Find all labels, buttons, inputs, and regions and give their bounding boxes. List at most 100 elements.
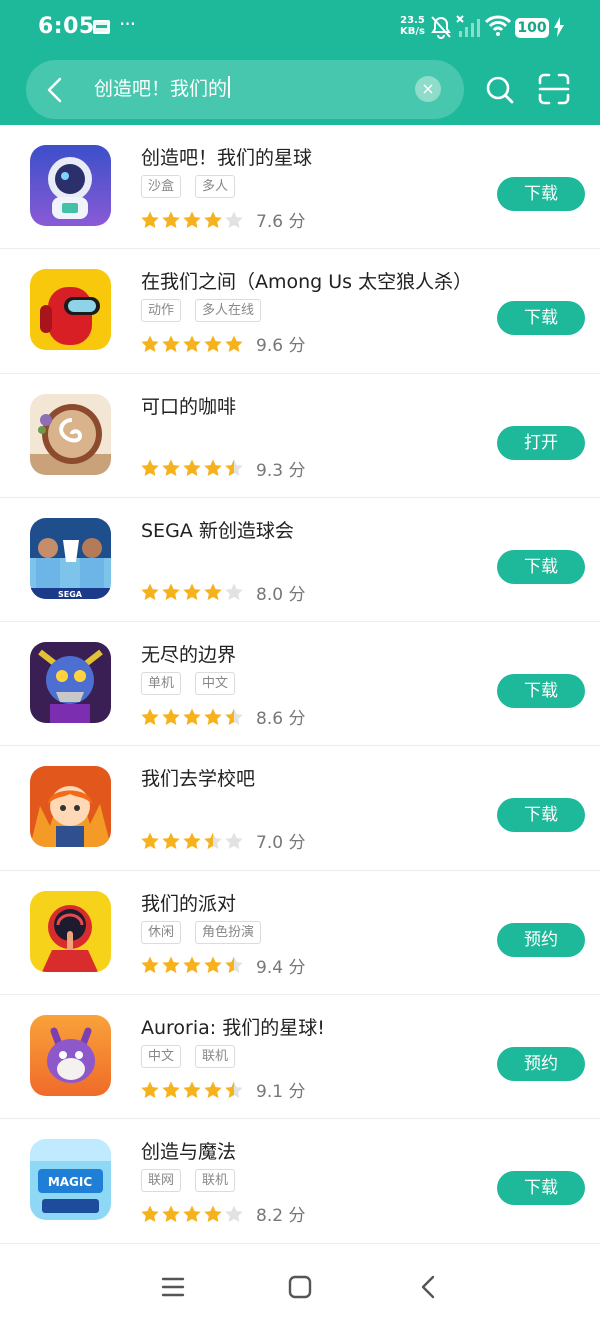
star-filled-icon (204, 335, 222, 352)
app-score: 9.1 分 (256, 1082, 306, 1103)
star-filled-icon (141, 583, 159, 601)
open-button[interactable]: 打开 (497, 425, 585, 460)
download-button[interactable]: 下载 (497, 549, 585, 584)
star-empty-icon (225, 832, 243, 849)
star-half-icon (225, 956, 243, 974)
star-filled-icon (162, 459, 180, 477)
app-icon[interactable]: SEGA (30, 517, 111, 599)
star-filled-icon (162, 211, 180, 228)
app-icon[interactable] (30, 145, 111, 226)
app-icon[interactable] (30, 642, 111, 724)
app-rating: 9.3 分 (140, 456, 305, 481)
star-filled-icon (183, 1081, 201, 1098)
app-result-row[interactable]: Auroria: 我们的星球! 中文 联机 9.1 分 预约 (0, 995, 600, 1120)
app-score: 9.3 分 (256, 460, 306, 481)
app-tags: 休闲 角色扮演 (141, 920, 262, 944)
reserve-button[interactable]: 预约 (497, 922, 585, 957)
recent-apps-icon[interactable] (161, 1275, 185, 1299)
star-filled-icon (204, 583, 222, 601)
star-half-icon (225, 459, 243, 477)
app-name[interactable]: 可口的咖啡 (141, 392, 236, 419)
star-filled-icon (204, 1081, 222, 1098)
cellular-signal-icon (456, 15, 480, 37)
status-time: 6:05 (38, 14, 95, 39)
star-filled-icon (183, 1205, 201, 1222)
app-rating: 8.0 分 (140, 580, 305, 605)
text-cursor (228, 76, 231, 98)
download-button[interactable]: 下载 (497, 798, 585, 833)
star-filled-icon (183, 708, 201, 725)
app-score: 7.6 分 (256, 212, 306, 232)
star-filled-icon (162, 583, 180, 601)
app-icon[interactable] (30, 269, 111, 351)
app-name[interactable]: 创造与魔法 (141, 1137, 236, 1164)
battery-level: 100 (515, 18, 549, 38)
star-filled-icon (141, 1081, 159, 1098)
app-result-row[interactable]: SEGA SEGA 新创造球会 8.0 分 下载 (0, 498, 600, 623)
app-name[interactable]: 我们去学校吧 (141, 764, 255, 791)
app-tags: 联网 联机 (141, 1169, 236, 1193)
app-name[interactable]: 无尽的边界 (141, 640, 236, 667)
star-half-icon (225, 1081, 243, 1098)
app-root: 6:05 ··· 23.5 KB/s 100 创造吧！我们的 × 创造吧！我们的… (0, 0, 600, 1333)
header: 6:05 ··· 23.5 KB/s 100 创造吧！我们的 × (0, 0, 600, 125)
app-name[interactable]: SEGA 新创造球会 (141, 516, 294, 543)
star-filled-icon (141, 459, 159, 477)
download-button[interactable]: 下载 (497, 177, 585, 211)
app-result-row[interactable]: 无尽的边界 单机 中文 8.6 分 下载 (0, 622, 600, 747)
app-tag: 休闲 (141, 920, 182, 944)
star-filled-icon (183, 335, 201, 352)
back-arrow-icon[interactable] (44, 76, 66, 104)
download-button[interactable]: 下载 (497, 1171, 585, 1206)
app-icon[interactable] (30, 393, 111, 475)
star-filled-icon (183, 459, 201, 477)
search-query-text: 创造吧！我们的 (94, 78, 228, 100)
app-name[interactable]: Auroria: 我们的星球! (141, 1013, 325, 1040)
svg-text:SEGA: SEGA (58, 590, 83, 599)
app-tags: 中文 联机 (141, 1045, 236, 1069)
star-filled-icon (141, 708, 159, 725)
network-speed-value: 23.5 (400, 15, 425, 26)
app-result-row[interactable]: 创造吧！我们的星球沙盒 多人 7.6 分 下载 (0, 125, 600, 250)
star-empty-icon (225, 211, 243, 228)
back-nav-icon[interactable] (419, 1275, 439, 1299)
scan-icon[interactable] (537, 72, 571, 106)
app-result-row[interactable]: MAGIC 创造与魔法 联网 联机 8.2 分 下载 (0, 1119, 600, 1244)
more-notifications-icon: ··· (119, 12, 136, 36)
app-tags: 动作 多人在线 (141, 299, 262, 323)
mute-bell-icon (431, 16, 451, 39)
home-icon[interactable] (288, 1275, 312, 1299)
app-icon[interactable]: MAGIC (30, 1139, 111, 1221)
download-button[interactable]: 下载 (497, 674, 585, 709)
app-score: 8.0 分 (256, 584, 306, 605)
app-rating: 7.6 分 (140, 207, 305, 232)
app-tag: 沙盒 (141, 175, 182, 198)
star-filled-icon (162, 708, 180, 725)
app-result-row[interactable]: 我们去学校吧 7.0 分 下载 (0, 746, 600, 871)
star-filled-icon (204, 956, 222, 974)
app-result-row[interactable]: 我们的派对休闲 角色扮演 9.4 分 预约 (0, 871, 600, 996)
app-score: 9.6 分 (256, 336, 306, 357)
app-icon[interactable] (30, 766, 111, 848)
search-field[interactable]: 创造吧！我们的 × (26, 60, 464, 119)
search-icon[interactable] (484, 74, 516, 106)
clear-search-icon[interactable]: × (415, 76, 441, 102)
app-name[interactable]: 创造吧！我们的星球 (141, 143, 312, 170)
svg-text:MAGIC: MAGIC (48, 1175, 93, 1189)
download-button[interactable]: 下载 (497, 301, 585, 336)
app-name[interactable]: 在我们之间（Among Us 太空狼人杀） (141, 267, 472, 294)
app-result-row[interactable]: 可口的咖啡 9.3 分 打开 (0, 374, 600, 498)
star-filled-icon (204, 459, 222, 477)
app-tag: 多人 (195, 175, 236, 198)
search-input[interactable]: 创造吧！我们的 (94, 75, 231, 103)
app-icon[interactable] (30, 1015, 111, 1097)
star-filled-icon (141, 211, 159, 228)
reserve-button[interactable]: 预约 (497, 1047, 585, 1082)
star-filled-icon (162, 1205, 180, 1222)
app-name[interactable]: 我们的派对 (141, 889, 236, 916)
app-icon[interactable] (30, 890, 111, 972)
star-filled-icon (183, 956, 201, 974)
app-score: 9.4 分 (256, 957, 306, 978)
app-result-row[interactable]: 在我们之间（Among Us 太空狼人杀） 动作 多人在线 9.6 分 下载 (0, 249, 600, 374)
sim-card-icon (93, 20, 110, 34)
